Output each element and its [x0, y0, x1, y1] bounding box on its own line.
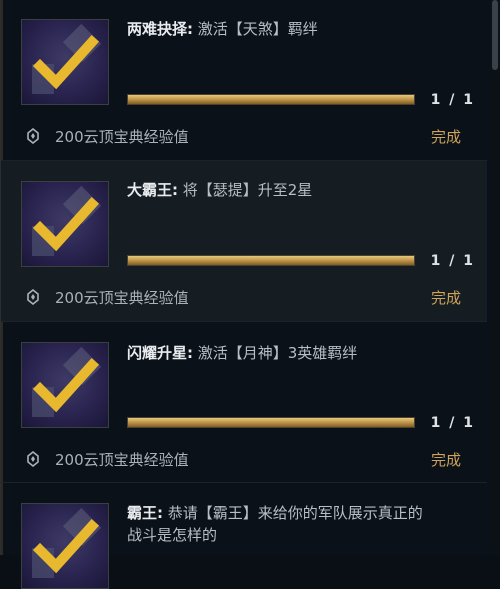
progress-count: 1 / 1 — [430, 92, 475, 108]
checkmark-badge-icon — [21, 342, 109, 428]
mission-card-2[interactable]: 大霸王: 将【瑟提】升至2星 1 / 1 200云顶宝典经验值 完成 — [1, 161, 487, 322]
progress-bar — [127, 417, 415, 428]
mission-name: 闪耀升星: — [127, 344, 193, 362]
mission-title: 两难抉择: 激活【天煞】羁绊 — [127, 18, 467, 40]
mission-desc: 将【瑟提】升至2星 — [178, 181, 313, 199]
progress-bar — [127, 255, 415, 266]
checkmark-badge-icon — [21, 503, 109, 589]
scrollbar-thumb[interactable] — [492, 0, 498, 70]
status-complete: 完成 — [430, 451, 461, 469]
mission-card-3[interactable]: 闪耀升星: 激活【月神】3英雄羁绊 1 / 1 200云顶宝典经验值 完成 — [1, 322, 487, 483]
xp-gem-icon — [27, 128, 39, 144]
mission-title: 霸王: 恭请【霸王】来给你的军队展示真正的 战斗是怎样的 — [127, 502, 467, 546]
xp-gem-icon — [27, 451, 39, 467]
checkmark-badge-icon — [21, 181, 109, 267]
mission-desc: 激活【月神】3英雄羁绊 — [193, 344, 358, 362]
mission-name: 霸王: — [127, 504, 163, 522]
progress-bar-fill — [128, 95, 414, 104]
mission-title: 大霸王: 将【瑟提】升至2星 — [127, 179, 467, 201]
progress-count: 1 / 1 — [430, 415, 475, 431]
mission-title: 闪耀升星: 激活【月神】3英雄羁绊 — [127, 342, 467, 364]
scrollbar[interactable] — [492, 0, 498, 555]
progress-bar — [127, 94, 415, 105]
mission-name: 大霸王: — [127, 181, 178, 199]
progress-bar-fill — [128, 256, 414, 265]
reward-text: 200云顶宝典经验值 — [55, 451, 189, 469]
mission-card-4[interactable]: 霸王: 恭请【霸王】来给你的军队展示真正的 战斗是怎样的 — [1, 484, 487, 589]
status-complete: 完成 — [430, 289, 461, 307]
mission-desc: 激活【天煞】羁绊 — [193, 20, 318, 38]
progress-count: 1 / 1 — [430, 253, 475, 269]
mission-name: 两难抉择: — [127, 20, 193, 38]
mission-desc-line1: 恭请【霸王】来给你的军队展示真正的 — [163, 504, 423, 522]
checkmark-badge-icon — [21, 19, 109, 105]
xp-gem-icon — [27, 289, 39, 305]
mission-list-panel: 两难抉择: 激活【天煞】羁绊 1 / 1 200云顶宝典经验值 完成 大霸王: … — [0, 0, 500, 589]
mission-desc-line2: 战斗是怎样的 — [127, 526, 218, 544]
mission-card-1[interactable]: 两难抉择: 激活【天煞】羁绊 1 / 1 200云顶宝典经验值 完成 — [1, 0, 487, 161]
reward-text: 200云顶宝典经验值 — [55, 289, 189, 307]
progress-bar-fill — [128, 418, 414, 427]
reward-text: 200云顶宝典经验值 — [55, 128, 189, 146]
status-complete: 完成 — [430, 128, 461, 146]
